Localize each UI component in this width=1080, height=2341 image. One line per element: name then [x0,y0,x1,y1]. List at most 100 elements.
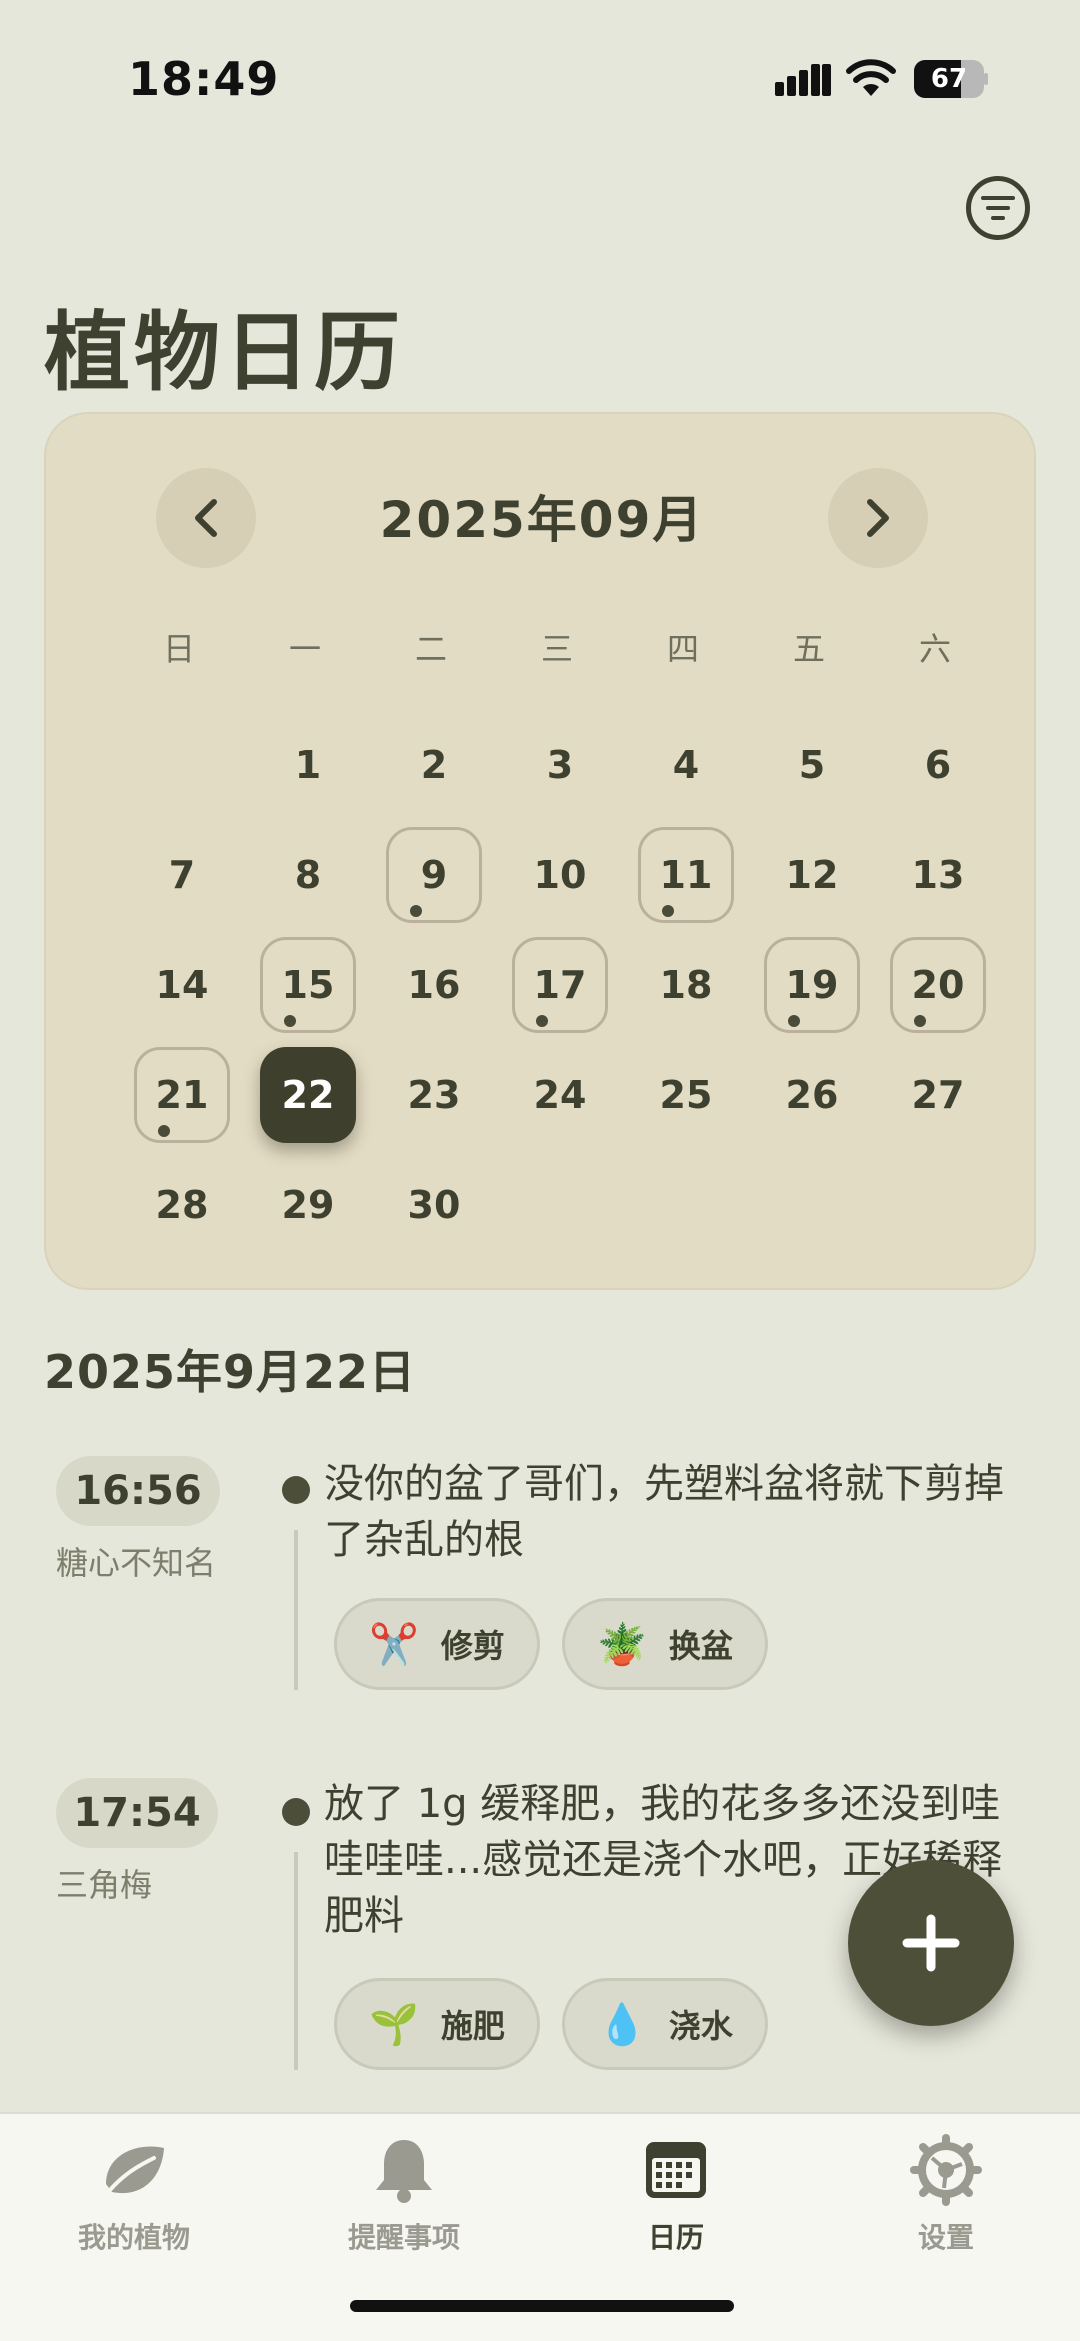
tag-fertilize[interactable]: 🌱 施肥 [334,1978,540,2070]
calendar-day[interactable]: 10 [494,819,620,929]
calendar-day-number: 9 [386,827,482,923]
calendar-day[interactable]: 8 [242,819,368,929]
filter-button[interactable] [966,176,1030,240]
calendar-day[interactable]: 7 [116,819,242,929]
calendar-day[interactable]: 6 [872,709,998,819]
add-entry-button[interactable] [848,1860,1014,2026]
nav-label: 我的植物 [77,2221,190,2254]
event-indicator-dot [284,1015,296,1027]
battery-icon: 67 [914,60,988,98]
selected-date-heading: 2025年9月22日 [44,1345,417,1399]
timeline-line [294,1530,298,1690]
calendar-day[interactable]: 24 [494,1039,620,1149]
nav-my-plants[interactable]: 我的植物 [24,2134,244,2274]
weekday-row: 日 一 二 三 四 五 六 [116,624,998,674]
chevron-right-icon [867,499,889,537]
gear-icon [910,2134,982,2206]
nav-reminders[interactable]: 提醒事项 [294,2134,514,2274]
calendar-day[interactable]: 29 [242,1149,368,1259]
nav-calendar[interactable]: 日历 [566,2134,786,2274]
calendar-day-number: 10 [533,853,587,897]
event-indicator-dot [536,1015,548,1027]
calendar-day-number: 22 [260,1047,356,1143]
calendar-day[interactable]: 25 [620,1039,746,1149]
entry-plant-name: 三角梅 [56,1866,153,1904]
calendar-day[interactable]: 27 [872,1039,998,1149]
calendar-card: 2025年09月 日 一 二 三 四 五 六 1 2 3 4 5 6 7 8 9 10 11 12 13… [44,412,1036,1290]
scissors-icon: ✂️ [369,1621,419,1668]
calendar-day-number: 18 [659,963,713,1007]
calendar-day-number: 2 [420,743,448,787]
calendar-day[interactable]: 11 [620,819,746,929]
weekday-label: 六 [918,630,951,668]
leaf-icon [106,2146,164,2194]
calendar-day-number: 11 [638,827,734,923]
page-title: 植物日历 [44,303,404,403]
calendar-day[interactable]: 28 [116,1149,242,1259]
weekday-label: 一 [288,630,321,668]
calendar-day[interactable]: 1 [242,709,368,819]
calendar-day[interactable]: 18 [620,929,746,1039]
calendar-day-selected[interactable]: 22 [242,1039,368,1149]
timeline-dot [282,1798,310,1826]
calendar-day[interactable]: 4 [620,709,746,819]
calendar-day-number: 29 [281,1183,335,1227]
calendar-day[interactable]: 30 [368,1149,494,1259]
tag-label: 换盆 [668,1627,733,1665]
timeline-line [294,1852,298,2070]
event-indicator-dot [410,905,422,917]
tag-prune[interactable]: ✂️ 修剪 [334,1598,540,1690]
calendar-day[interactable]: 17 [494,929,620,1039]
wifi-icon [846,59,896,96]
signal-icon [775,64,831,96]
nav-settings[interactable]: 设置 [836,2134,1056,2274]
event-indicator-dot [662,905,674,917]
water-drop-icon: 💧 [597,2001,647,2048]
calendar-day-number: 1 [294,743,322,787]
home-indicator [350,2300,734,2312]
weekday-label: 二 [414,630,447,668]
calendar-day[interactable]: 15 [242,929,368,1039]
calendar-day-number: 8 [294,853,322,897]
calendar-day-number: 15 [260,937,356,1033]
calendar-day[interactable]: 9 [368,819,494,929]
calendar-day-number: 26 [785,1073,839,1117]
calendar-day[interactable]: 2 [368,709,494,819]
calendar-day-number: 7 [168,853,196,897]
calendar-day[interactable]: 23 [368,1039,494,1149]
calendar-day[interactable]: 13 [872,819,998,929]
calendar-day-number: 24 [533,1073,587,1117]
calendar-day[interactable]: 19 [746,929,872,1039]
calendar-day[interactable]: 26 [746,1039,872,1149]
calendar-day[interactable]: 20 [872,929,998,1039]
calendar-day[interactable]: 16 [368,929,494,1039]
entry-time: 17:54 [56,1778,218,1848]
status-bar: 18:49 67 [0,0,1080,150]
entry-time: 16:56 [56,1456,220,1526]
calendar-day-number: 20 [890,937,986,1033]
calendar-day-number: 28 [155,1183,209,1227]
calendar-day[interactable]: 21 [116,1039,242,1149]
tag-water[interactable]: 💧 浇水 [562,1978,768,2070]
tag-label: 修剪 [440,1627,505,1665]
next-month-button[interactable] [828,468,928,568]
tag-repot[interactable]: 🪴 换盆 [562,1598,768,1690]
seedling-icon: 🌱 [369,2001,419,2048]
nav-label: 设置 [917,2221,974,2254]
bell-icon [376,2140,432,2203]
calendar-empty-cell [116,709,242,819]
calendar-day[interactable]: 14 [116,929,242,1039]
entry-tags: ✂️ 修剪 🪴 换盆 [334,1598,768,1690]
event-indicator-dot [914,1015,926,1027]
calendar-day[interactable]: 12 [746,819,872,929]
tag-label: 浇水 [668,2007,733,2045]
calendar-day[interactable]: 5 [746,709,872,819]
entry-plant-name: 糖心不知名 [56,1544,217,1582]
calendar-day-number: 6 [924,743,952,787]
weekday-label: 三 [540,630,573,668]
calendar-icon [646,2142,706,2198]
calendar-day-number: 3 [546,743,574,787]
calendar-day-number: 14 [155,963,209,1007]
calendar-day[interactable]: 3 [494,709,620,819]
calendar-day-number: 27 [911,1073,965,1117]
